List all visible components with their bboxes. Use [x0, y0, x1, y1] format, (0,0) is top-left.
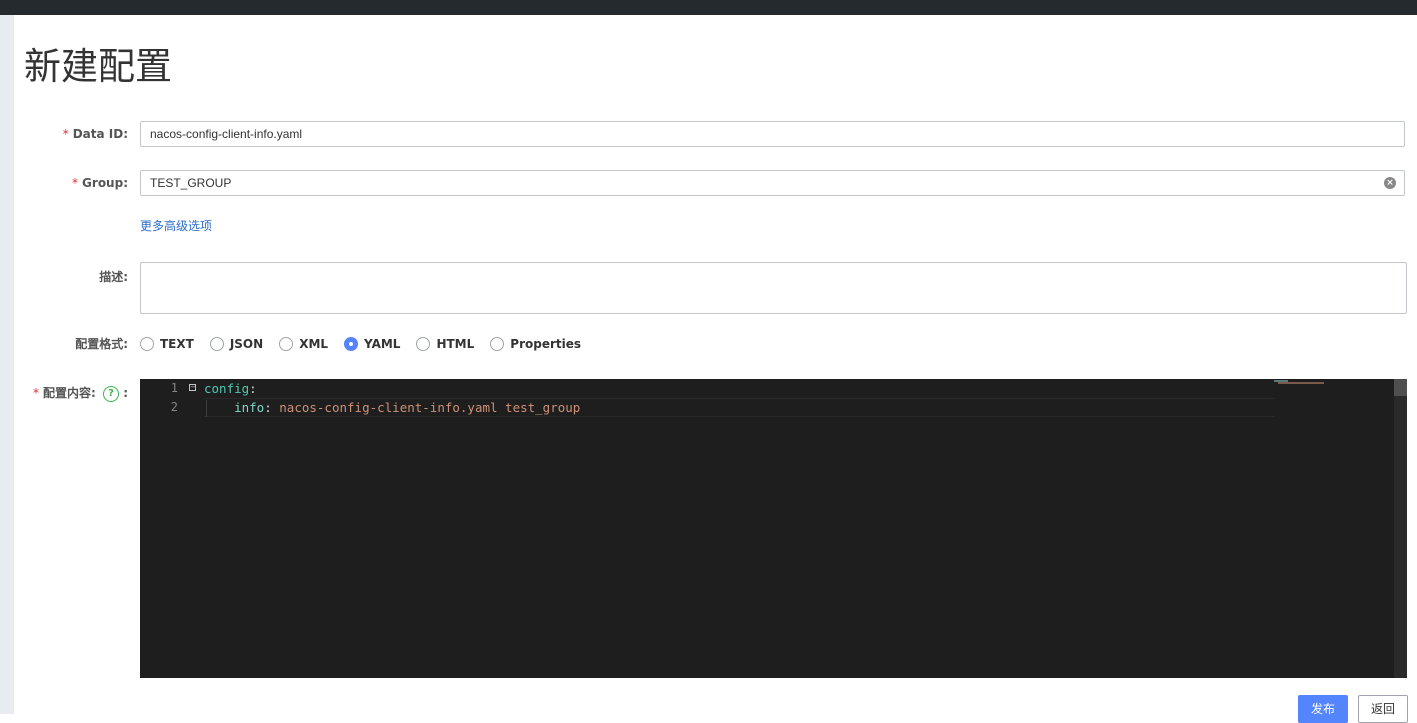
radio-button[interactable] [416, 337, 431, 351]
yaml-key: config [204, 381, 250, 396]
line-number: 1 [170, 381, 178, 395]
content-label-text: 配置内容: [43, 386, 96, 400]
data-id-input[interactable] [150, 125, 1350, 143]
code-line-2: info: nacos-config-client-info.yaml test… [204, 398, 580, 417]
radio-label: Properties [510, 337, 582, 351]
back-button[interactable]: 返回 [1358, 695, 1408, 723]
editor-scrollbar[interactable] [1394, 379, 1407, 678]
data-id-field-wrapper [140, 121, 1405, 147]
group-label-text: Group: [82, 176, 128, 190]
publish-button[interactable]: 发布 [1298, 695, 1348, 723]
radio-button-checked[interactable] [344, 337, 359, 351]
radio-button[interactable] [279, 337, 294, 351]
format-option-json[interactable]: JSON [209, 337, 264, 351]
left-sidebar-strip [0, 15, 14, 714]
page-title: 新建配置 [24, 45, 172, 88]
group-label: * Group: [0, 173, 128, 193]
advanced-options-link[interactable]: 更多高级选项 [140, 217, 212, 235]
clear-icon[interactable]: × [1384, 177, 1396, 189]
required-mark: * [62, 127, 69, 141]
data-id-label: * Data ID: [0, 124, 128, 144]
fold-minus-icon[interactable]: − [189, 384, 196, 391]
format-radio-group: TEXT JSON XML YAML HTML Properties [140, 334, 597, 354]
radio-button[interactable] [209, 337, 224, 351]
format-option-yaml[interactable]: YAML [344, 337, 400, 351]
yaml-separator: : [249, 381, 257, 396]
description-label: 描述: [99, 270, 128, 284]
format-option-properties[interactable]: Properties [490, 337, 581, 351]
scrollbar-thumb[interactable] [1394, 379, 1407, 396]
required-mark: * [72, 176, 79, 190]
radio-button[interactable] [140, 337, 154, 351]
required-mark: * [33, 386, 39, 400]
top-nav-bar [0, 0, 1417, 15]
description-textarea[interactable] [141, 263, 1406, 313]
data-id-label-text: Data ID: [72, 127, 128, 141]
help-icon[interactable]: ? [103, 385, 119, 402]
format-option-html[interactable]: HTML [416, 337, 474, 351]
content-label: * 配置内容: ? : [0, 383, 128, 403]
editor-gutter: 1 2 − [140, 379, 196, 678]
line-number: 2 [170, 400, 178, 414]
group-input[interactable] [150, 174, 1350, 192]
minimap-line [1278, 382, 1324, 384]
yaml-separator: : [264, 400, 280, 415]
code-line-1: config: [204, 379, 257, 398]
description-field-wrapper [140, 262, 1407, 314]
code-editor[interactable]: 1 2 − config: info: nacos-config-client-… [140, 379, 1407, 678]
radio-label: XML [299, 337, 329, 351]
content-label-colon: : [123, 386, 128, 400]
editor-minimap[interactable] [1274, 379, 1394, 678]
yaml-value: nacos-config-client-info.yaml test_group [279, 400, 581, 415]
radio-label: YAML [364, 337, 401, 351]
radio-label: HTML [436, 337, 475, 351]
format-option-xml[interactable]: XML [279, 337, 328, 351]
format-label: 配置格式: [75, 337, 128, 351]
yaml-key: info [234, 400, 265, 415]
radio-button[interactable] [490, 337, 505, 351]
yaml-indent [204, 400, 234, 415]
group-field-wrapper: × [140, 170, 1405, 196]
radio-label: JSON [229, 337, 264, 351]
format-option-text[interactable]: TEXT [140, 337, 194, 351]
radio-label: TEXT [160, 337, 194, 351]
